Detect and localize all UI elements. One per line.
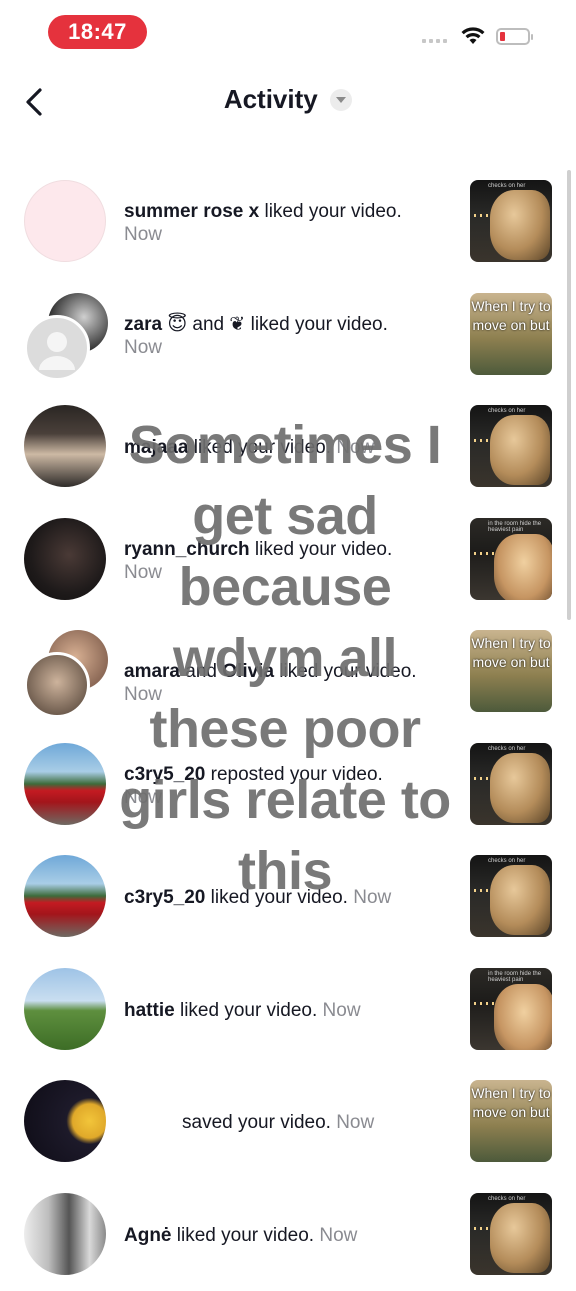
- avatar[interactable]: [24, 968, 108, 1052]
- timestamp: Now: [319, 1225, 357, 1246]
- video-thumbnail[interactable]: checks on her: [470, 743, 552, 825]
- timestamp: Now: [124, 337, 162, 358]
- timestamp: Now: [336, 1112, 374, 1133]
- username[interactable]: c3ry5_20: [124, 887, 205, 908]
- avatar-group[interactable]: [24, 293, 108, 377]
- video-thumbnail[interactable]: When I try to move on but: [470, 630, 552, 712]
- notification-list: summer rose x liked your video. Now chec…: [0, 166, 576, 1291]
- video-thumbnail[interactable]: checks on her: [470, 180, 552, 262]
- caret-down-icon[interactable]: [330, 89, 352, 111]
- username[interactable]: majaaa: [124, 437, 188, 458]
- signal-icon: [422, 39, 447, 43]
- notification-text: c3ry5_20 reposted your video. Now: [124, 763, 456, 809]
- header: Activity: [0, 70, 576, 134]
- notification-row[interactable]: summer rose x liked your video. Now chec…: [0, 166, 576, 279]
- notification-row[interactable]: zara 😇 and ❦ liked your video. Now When …: [0, 279, 576, 392]
- notification-text: Agnė liked your video. Now: [124, 1224, 456, 1247]
- timestamp: Now: [124, 787, 162, 808]
- avatar[interactable]: [24, 405, 108, 489]
- notification-row[interactable]: amara and Olivia liked your video. Now W…: [0, 616, 576, 729]
- avatar[interactable]: [24, 1080, 108, 1164]
- notification-text: summer rose x liked your video. Now: [124, 200, 456, 246]
- timestamp: Now: [323, 1000, 361, 1021]
- video-thumbnail[interactable]: checks on her: [470, 855, 552, 937]
- notification-text: majaaa liked your video. Now: [124, 436, 456, 459]
- timestamp: Now: [124, 224, 162, 245]
- avatar[interactable]: [24, 855, 108, 939]
- notification-text: ryann_church liked your video. Now: [124, 538, 456, 584]
- notification-row[interactable]: hattie liked your video. Now in the room…: [0, 954, 576, 1067]
- username[interactable]: zara: [124, 314, 162, 335]
- username[interactable]: hattie: [124, 1000, 175, 1021]
- notification-row[interactable]: c3ry5_20 liked your video. Now checks on…: [0, 841, 576, 954]
- notification-row[interactable]: saved your video. Now When I try to move…: [0, 1066, 576, 1179]
- username[interactable]: ryann_church: [124, 539, 250, 560]
- video-thumbnail[interactable]: checks on her: [470, 1193, 552, 1275]
- notification-text: hattie liked your video. Now: [124, 999, 456, 1022]
- video-thumbnail[interactable]: When I try to move on but: [470, 1080, 552, 1162]
- notification-text: zara 😇 and ❦ liked your video. Now: [124, 313, 456, 359]
- page-title: Activity: [224, 84, 318, 114]
- notification-row[interactable]: c3ry5_20 reposted your video. Now checks…: [0, 729, 576, 842]
- timestamp: Now: [336, 437, 374, 458]
- username[interactable]: amara: [124, 661, 180, 682]
- notification-text: c3ry5_20 liked your video. Now: [124, 886, 456, 909]
- battery-icon: [496, 28, 530, 45]
- video-thumbnail[interactable]: checks on her: [470, 405, 552, 487]
- status-time: 18:47: [48, 15, 147, 49]
- video-thumbnail[interactable]: in the room hide the heaviest pain: [470, 518, 552, 600]
- username[interactable]: Agnė: [124, 1225, 172, 1246]
- avatar[interactable]: [24, 180, 108, 264]
- username[interactable]: summer rose x: [124, 201, 259, 222]
- timestamp: Now: [353, 887, 391, 908]
- video-thumbnail[interactable]: When I try to move on but: [470, 293, 552, 375]
- avatar[interactable]: [24, 743, 108, 827]
- emoji: 😇: [167, 314, 187, 335]
- title-dropdown[interactable]: Activity: [0, 84, 576, 115]
- notification-row[interactable]: Agnė liked your video. Now checks on her: [0, 1179, 576, 1291]
- wifi-icon: [460, 26, 486, 46]
- default-avatar-icon: [27, 318, 87, 378]
- video-thumbnail[interactable]: in the room hide the heaviest pain: [470, 968, 552, 1050]
- notification-row[interactable]: majaaa liked your video. Now checks on h…: [0, 391, 576, 504]
- timestamp: Now: [124, 684, 162, 705]
- notification-text: amara and Olivia liked your video. Now: [124, 660, 456, 706]
- notification-row[interactable]: ryann_church liked your video. Now in th…: [0, 504, 576, 617]
- timestamp: Now: [124, 562, 162, 583]
- status-bar: 18:47: [0, 0, 576, 64]
- avatar[interactable]: [24, 518, 108, 602]
- username-second[interactable]: Olivia: [222, 661, 274, 682]
- avatar[interactable]: [24, 1193, 108, 1277]
- notification-text: saved your video. Now: [182, 1111, 456, 1134]
- avatar-group[interactable]: [24, 630, 108, 714]
- username[interactable]: c3ry5_20: [124, 764, 205, 785]
- username-second[interactable]: ❦: [229, 314, 245, 335]
